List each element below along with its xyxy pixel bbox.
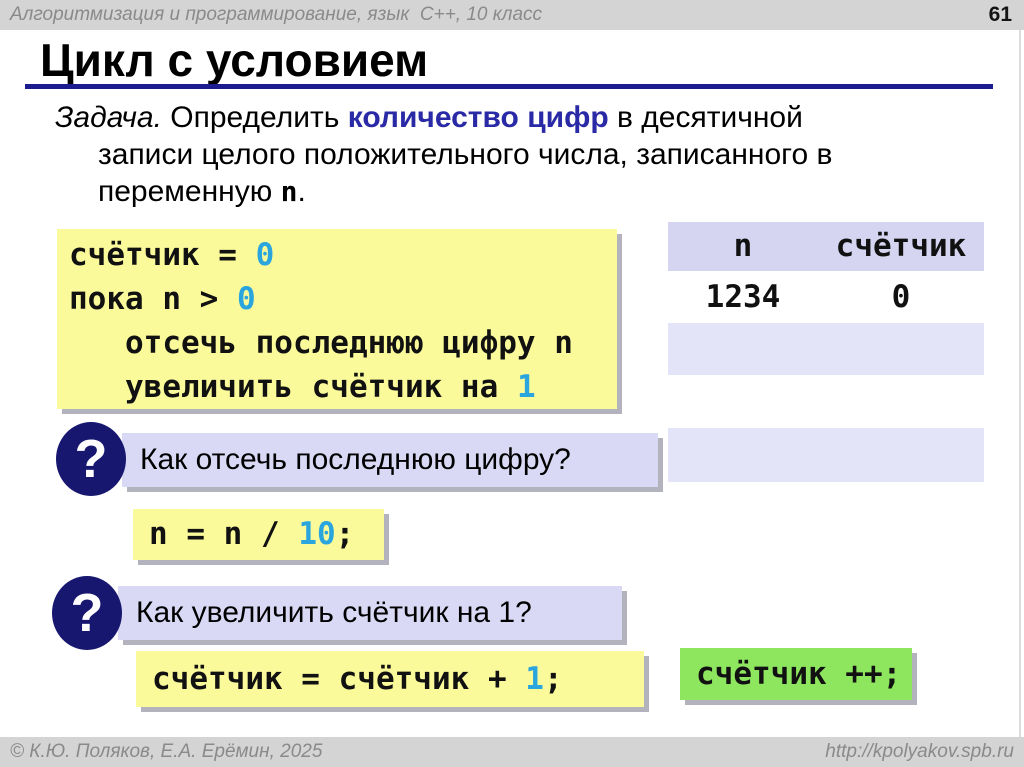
question-box-1: Как отсечь последнюю цифру? xyxy=(122,433,658,487)
code-text: счётчик = xyxy=(69,237,256,273)
task-statement: Задача. Определить количество цифр в дес… xyxy=(55,99,955,210)
table-cell xyxy=(668,323,818,375)
task-text: Определить xyxy=(162,101,348,134)
task-line-2: записи целого положительного числа, запи… xyxy=(98,136,955,173)
question-mark-icon: ? xyxy=(52,576,122,650)
code-text: увеличить счётчик на xyxy=(69,369,517,405)
table-cell xyxy=(818,428,984,482)
answer-box-divide: n = n / 10; xyxy=(133,509,384,560)
code-number: 0 xyxy=(256,237,275,273)
question-mark-icon: ? xyxy=(56,422,126,496)
top-header-bar: Алгоритмизация и программирование, язык … xyxy=(0,0,1024,30)
pseudocode-line: счётчик = 0 xyxy=(69,233,617,277)
variable-n: n xyxy=(281,175,298,208)
table-cell xyxy=(668,428,818,482)
table-cell xyxy=(818,323,984,375)
code-text: ; xyxy=(544,661,563,697)
trace-table: n счётчик 1234 0 xyxy=(668,222,984,482)
code-number: 1 xyxy=(517,369,536,405)
code-text: n = n / xyxy=(149,516,298,552)
pseudocode-line: увеличить счётчик на 1 xyxy=(69,365,617,409)
page-title: Цикл с условием xyxy=(40,33,428,87)
pseudocode-box: счётчик = 0 пока n > 0 отсечь последнюю … xyxy=(57,229,617,409)
code-text: счётчик = счётчик + xyxy=(152,661,525,697)
code-text: пока n > xyxy=(69,281,237,317)
task-text: в десятичной xyxy=(609,101,803,134)
column-header-counter: счётчик xyxy=(818,222,984,271)
task-text: переменную xyxy=(98,175,281,208)
question-box-2: Как увеличить счётчик на 1? xyxy=(118,586,622,640)
footer-bar: © К.Ю. Поляков, Е.А. Ерёмин, 2025 http:/… xyxy=(0,737,1024,767)
course-title: Алгоритмизация и программирование, язык … xyxy=(10,0,542,30)
table-row xyxy=(668,428,984,482)
author-site-link[interactable]: http://kpolyakov.spb.ru xyxy=(825,737,1014,767)
column-header-n: n xyxy=(668,222,818,271)
table-row: 1234 0 xyxy=(668,271,984,323)
code-number: 1 xyxy=(525,661,544,697)
code-number: 0 xyxy=(237,281,256,317)
answer-box-increment-short: счётчик ++; xyxy=(680,648,912,700)
code-text: отсечь последнюю цифру n xyxy=(69,325,573,361)
task-text: . xyxy=(297,175,305,208)
table-row xyxy=(668,323,984,375)
pseudocode-line: отсечь последнюю цифру n xyxy=(69,321,617,365)
table-header-row: n счётчик xyxy=(668,222,984,271)
task-line-1: Задача. Определить количество цифр в дес… xyxy=(55,99,955,136)
pseudocode-line: пока n > 0 xyxy=(69,277,617,321)
slide-edge-line xyxy=(1019,30,1021,737)
table-cell xyxy=(668,375,818,428)
table-row xyxy=(668,375,984,428)
code-number: 10 xyxy=(298,516,335,552)
table-cell: 1234 xyxy=(668,271,818,323)
task-highlight: количество цифр xyxy=(348,101,609,134)
title-underline-rule xyxy=(25,84,993,89)
task-line-3: переменную n. xyxy=(98,173,955,210)
page-number: 61 xyxy=(989,0,1012,29)
answer-box-increment: счётчик = счётчик + 1; xyxy=(136,651,644,707)
table-cell: 0 xyxy=(818,271,984,323)
code-text: ; xyxy=(336,516,355,552)
task-label: Задача. xyxy=(55,101,162,134)
copyright-text: © К.Ю. Поляков, Е.А. Ерёмин, 2025 xyxy=(10,737,322,767)
table-cell xyxy=(818,375,984,428)
